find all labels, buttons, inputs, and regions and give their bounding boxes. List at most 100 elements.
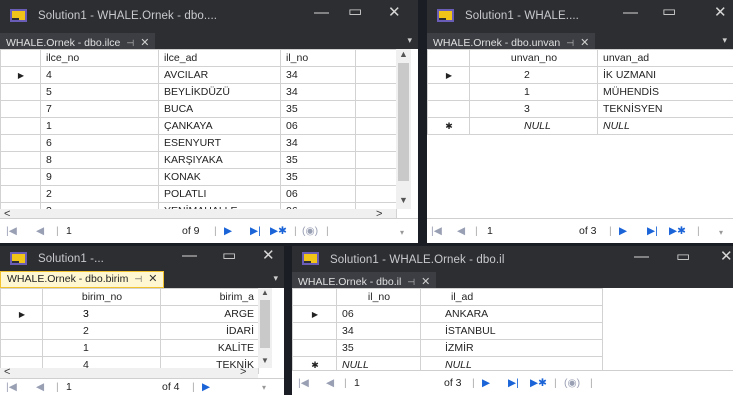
cell[interactable]: 35 xyxy=(280,151,356,169)
next-record-icon[interactable]: ▶ xyxy=(619,225,627,237)
cell[interactable]: 1 xyxy=(469,83,598,101)
cell[interactable]: 35 xyxy=(280,168,356,186)
current-record[interactable]: 1 xyxy=(66,381,72,393)
column-header[interactable]: il_no xyxy=(280,49,356,67)
cell[interactable]: İK UZMANI xyxy=(597,66,733,84)
cell[interactable]: KALİTE xyxy=(160,339,259,357)
maximize-icon[interactable]: ▭ xyxy=(348,4,362,19)
cell[interactable]: 2 xyxy=(40,185,159,203)
resize-grip-icon[interactable]: ▾ xyxy=(719,228,723,237)
chevron-down-icon[interactable]: ▾ xyxy=(722,35,727,46)
table-row[interactable]: ▶ 2 İK UZMANI xyxy=(427,66,733,84)
scroll-up-icon[interactable]: ▲ xyxy=(399,49,408,59)
table-row[interactable]: 34 İSTANBUL xyxy=(292,322,603,340)
table-row[interactable]: 2 POLATLI 06 xyxy=(0,185,397,203)
row-selector[interactable] xyxy=(427,100,470,118)
current-record[interactable]: 1 xyxy=(487,225,493,237)
cell[interactable]: 35 xyxy=(280,100,356,118)
tab-close-icon[interactable]: ✕ xyxy=(421,276,430,288)
table-row[interactable]: ▶ 3 ARGE xyxy=(0,305,259,323)
first-record-icon[interactable]: |◀ xyxy=(6,381,17,393)
table-row[interactable]: 7 BUCA 35 xyxy=(0,100,397,118)
row-selector[interactable] xyxy=(0,117,41,135)
column-header[interactable]: unvan_no xyxy=(469,49,598,67)
row-selector[interactable] xyxy=(0,134,41,152)
column-header[interactable]: il_no xyxy=(336,288,421,306)
table-row[interactable]: 35 İZMİR xyxy=(292,339,603,357)
minimize-icon[interactable]: — xyxy=(314,5,329,20)
column-header[interactable]: unvan_ad xyxy=(597,49,733,67)
cell[interactable]: 9 xyxy=(40,168,159,186)
table-row[interactable]: 6 ESENYURT 34 xyxy=(0,134,397,152)
cell[interactable]: TEKNİSYEN xyxy=(597,100,733,118)
new-record-icon[interactable]: ▶✱ xyxy=(669,225,686,237)
maximize-icon[interactable]: ▭ xyxy=(222,248,236,263)
vertical-scrollbar[interactable]: ▲ ▼ xyxy=(258,288,272,368)
cell[interactable]: MÜHENDİS xyxy=(597,83,733,101)
column-header[interactable]: ilce_ad xyxy=(158,49,281,67)
last-record-icon[interactable]: ▶| xyxy=(250,225,261,237)
cancel-icon[interactable]: (◉) xyxy=(564,377,580,389)
table-row[interactable]: 1 KALİTE xyxy=(0,339,259,357)
row-selector[interactable] xyxy=(0,151,41,169)
cell[interactable]: KONAK xyxy=(158,168,281,186)
tab-close-icon[interactable]: ✕ xyxy=(148,273,157,285)
cell[interactable]: ESENYURT xyxy=(158,134,281,152)
column-header[interactable]: birim_no xyxy=(42,288,161,306)
cell[interactable]: 2 xyxy=(469,66,598,84)
cell[interactable]: 5 xyxy=(40,83,159,101)
pin-icon[interactable]: ⊣ xyxy=(566,38,574,48)
cell[interactable]: 1 xyxy=(40,117,159,135)
cell[interactable]: NULL xyxy=(469,117,598,135)
close-icon[interactable]: ✕ xyxy=(720,249,733,264)
row-selector[interactable] xyxy=(292,322,337,340)
last-record-icon[interactable]: ▶| xyxy=(647,225,658,237)
window-titlebar[interactable]: Solution1 - WHALE.... — ▭ ✕ xyxy=(427,0,733,33)
window-titlebar[interactable]: Solution1 -... — ▭ ✕ xyxy=(0,246,284,271)
row-selector[interactable] xyxy=(0,339,43,357)
table-row[interactable]: 5 BEYLİKDÜZÜ 34 xyxy=(0,83,397,101)
pin-icon[interactable]: ⊣ xyxy=(126,38,134,48)
cell[interactable]: İSTANBUL xyxy=(420,322,603,340)
scroll-left-icon[interactable]: < xyxy=(4,366,10,378)
table-row[interactable]: 3 TEKNİSYEN xyxy=(427,100,733,118)
row-selector[interactable] xyxy=(427,83,470,101)
previous-record-icon[interactable]: ◀ xyxy=(36,381,44,393)
cell[interactable]: 6 xyxy=(40,134,159,152)
next-record-icon[interactable]: ▶ xyxy=(224,225,232,237)
row-selector[interactable] xyxy=(0,322,43,340)
table-row[interactable]: 8 KARŞIYAKA 35 xyxy=(0,151,397,169)
resize-grip-icon[interactable]: ▾ xyxy=(262,383,266,392)
previous-record-icon[interactable]: ◀ xyxy=(36,225,44,237)
row-selector[interactable]: ▶ xyxy=(0,305,43,323)
row-selector[interactable] xyxy=(292,339,337,357)
cancel-icon[interactable]: (◉) xyxy=(302,225,318,237)
cell[interactable]: POLATLI xyxy=(158,185,281,203)
scroll-down-icon[interactable]: ▼ xyxy=(261,356,269,365)
new-record-icon[interactable]: ▶✱ xyxy=(270,225,287,237)
cell[interactable]: 3 xyxy=(42,305,161,323)
previous-record-icon[interactable]: ◀ xyxy=(326,377,334,389)
cell[interactable]: 7 xyxy=(40,100,159,118)
table-row[interactable]: 2 İDARİ xyxy=(0,322,259,340)
table-row[interactable]: ▶ 06 ANKARA xyxy=(292,305,603,323)
chevron-down-icon[interactable]: ▾ xyxy=(273,273,278,284)
current-record[interactable]: 1 xyxy=(354,377,360,389)
tab-birim[interactable]: WHALE.Ornek - dbo.birim ⊣ ✕ xyxy=(0,271,165,288)
cell[interactable]: 2 xyxy=(42,322,161,340)
chevron-down-icon[interactable]: ▾ xyxy=(407,35,412,46)
window-titlebar[interactable]: Solution1 - WHALE.Ornek - dbo.il — ▭ ✕ xyxy=(292,246,733,272)
cell[interactable]: 3 xyxy=(469,100,598,118)
next-record-icon[interactable]: ▶ xyxy=(482,377,490,389)
row-selector[interactable] xyxy=(0,83,41,101)
row-header-corner[interactable] xyxy=(292,288,337,306)
first-record-icon[interactable]: |◀ xyxy=(431,225,442,237)
maximize-icon[interactable]: ▭ xyxy=(676,249,690,264)
cell[interactable]: 8 xyxy=(40,151,159,169)
resize-grip-icon[interactable]: ▾ xyxy=(400,228,404,237)
previous-record-icon[interactable]: ◀ xyxy=(457,225,465,237)
cell[interactable]: 34 xyxy=(280,66,356,84)
row-header-corner[interactable] xyxy=(427,49,470,67)
new-record-icon[interactable]: ▶✱ xyxy=(530,377,547,389)
next-record-icon[interactable]: ▶ xyxy=(202,381,210,393)
